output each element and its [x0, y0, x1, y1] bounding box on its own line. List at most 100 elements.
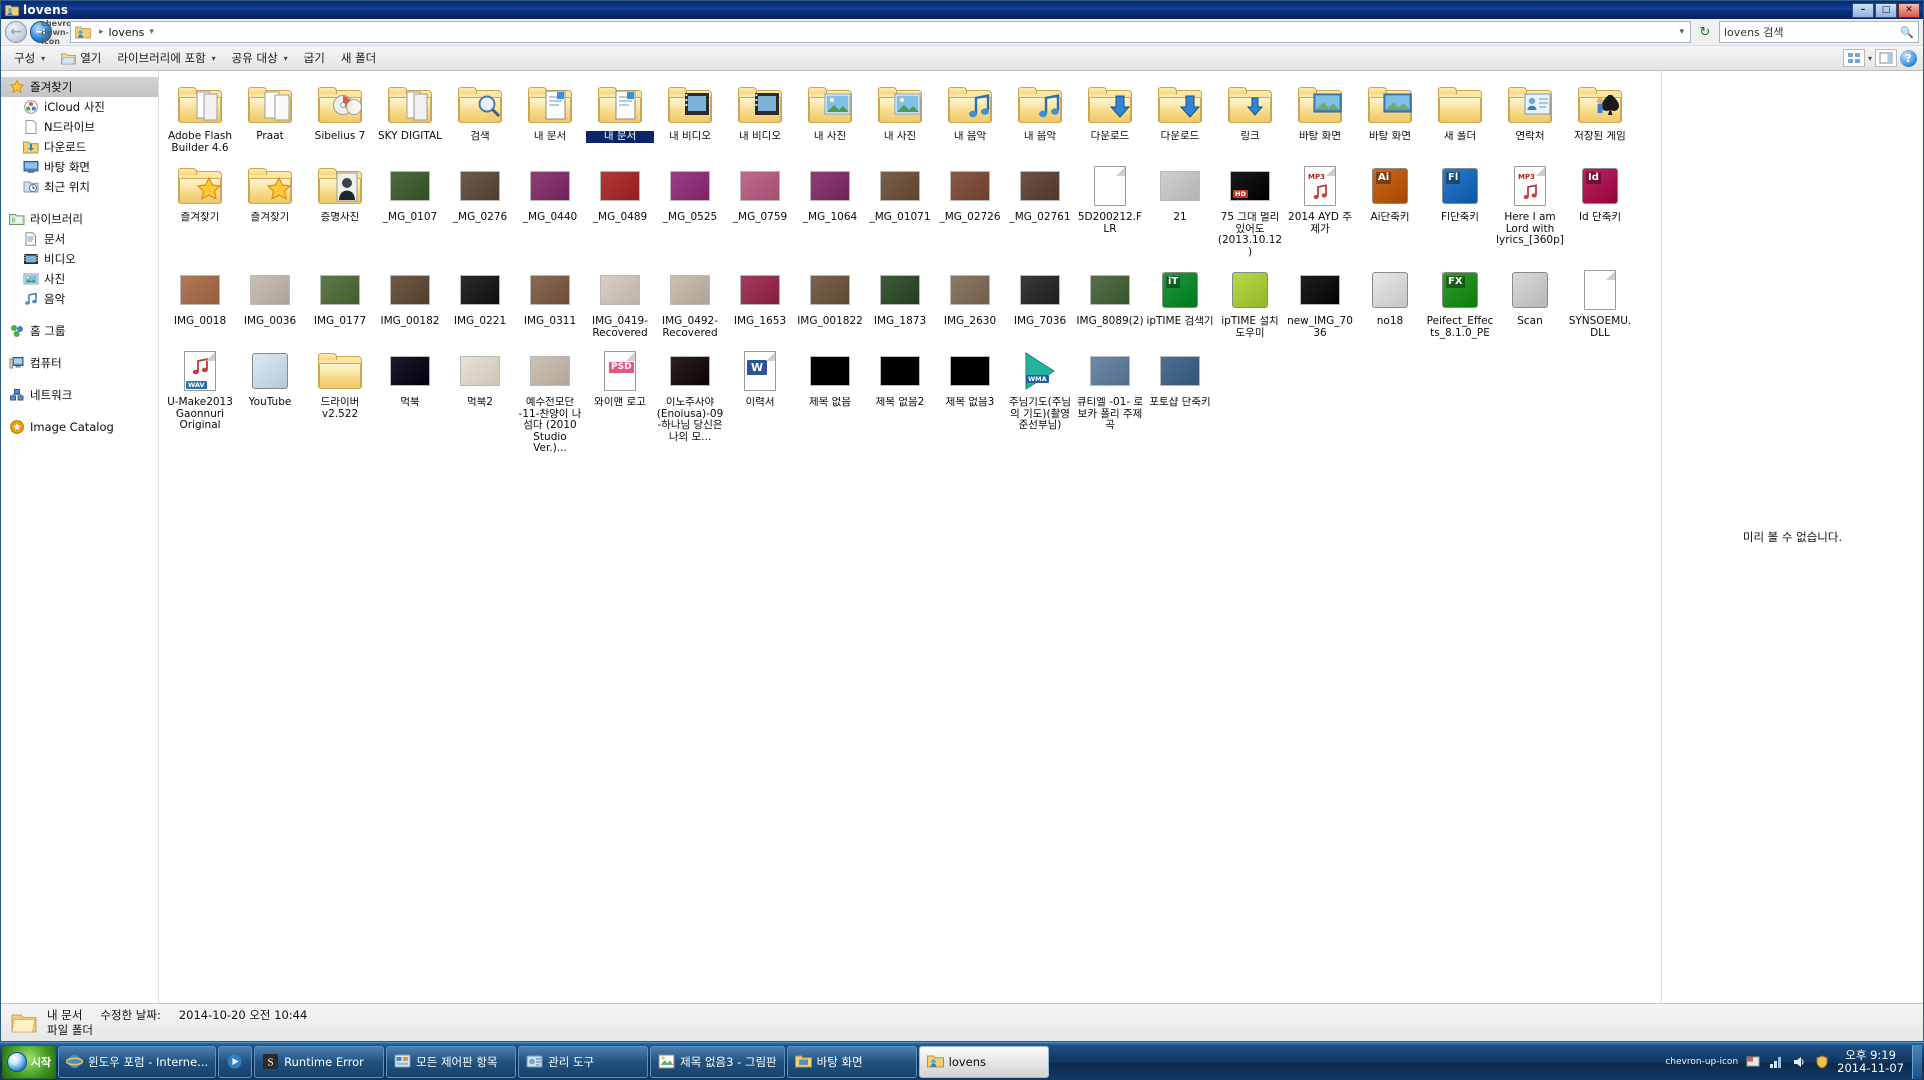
- file-item[interactable]: IMG_0419-Recovered: [585, 264, 655, 343]
- taskbar-item-runtime-error[interactable]: S Runtime Error: [254, 1045, 385, 1078]
- file-item[interactable]: IMG_0492-Recovered: [655, 264, 725, 343]
- shield-icon[interactable]: [1814, 1054, 1830, 1070]
- address-input[interactable]: ▸ lovens ▾ ▾: [70, 21, 1691, 43]
- help-icon[interactable]: ?: [1900, 49, 1917, 67]
- file-item[interactable]: 5D200212.FLR: [1075, 160, 1145, 262]
- file-item[interactable]: 먹북2: [445, 345, 515, 459]
- cmd-open[interactable]: 열기: [54, 47, 108, 69]
- file-item[interactable]: FX Peifect_Effects_8.1.0_PE: [1425, 264, 1495, 343]
- file-item[interactable]: IMG_0177: [305, 264, 375, 343]
- chevron-down-icon[interactable]: chevron-down-icon: [41, 19, 81, 46]
- search-input[interactable]: lovens 검색 🔍: [1719, 21, 1919, 43]
- show-desktop-button[interactable]: [1912, 1044, 1922, 1079]
- file-item[interactable]: 제목 없음2: [865, 345, 935, 459]
- file-item[interactable]: 다운로드: [1145, 79, 1215, 158]
- file-item[interactable]: _MG_0107: [375, 160, 445, 262]
- file-item[interactable]: ipTIME 설치 도우미: [1215, 264, 1285, 343]
- file-item[interactable]: iT ipTIME 검색기: [1145, 264, 1215, 343]
- file-item[interactable]: IMG_1653: [725, 264, 795, 343]
- sidebar-item-컴퓨터[interactable]: 컴퓨터: [1, 353, 158, 373]
- file-item[interactable]: _MG_0759: [725, 160, 795, 262]
- file-item[interactable]: 내 사진: [795, 79, 865, 158]
- cmd-share-with[interactable]: 공유 대상 ▾: [225, 47, 295, 69]
- sidebar-item-라이브러리[interactable]: 라이브러리: [1, 209, 158, 229]
- window-titlebar[interactable]: lovens – □ ✕: [1, 1, 1923, 19]
- file-item[interactable]: 포토샵 단축키: [1145, 345, 1215, 459]
- sidebar-item-다운로드[interactable]: 다운로드: [1, 137, 158, 157]
- breadcrumb-caret[interactable]: ▾: [149, 27, 154, 37]
- file-item[interactable]: Praat: [235, 79, 305, 158]
- file-item[interactable]: SKY DIGITAL: [375, 79, 445, 158]
- file-item[interactable]: _MG_0276: [445, 160, 515, 262]
- flag-icon[interactable]: [1745, 1054, 1761, 1070]
- file-item[interactable]: IMG_0036: [235, 264, 305, 343]
- file-item[interactable]: IMG_00182: [375, 264, 445, 343]
- file-item[interactable]: Adobe Flash Builder 4.6: [165, 79, 235, 158]
- taskbar-item-모든-제어판-항목[interactable]: 모든 제어판 항목: [386, 1045, 517, 1078]
- taskbar-item-윈도우-포럼-interne[interactable]: 윈도우 포럼 - Interne...: [58, 1045, 217, 1078]
- file-item[interactable]: 즐겨찾기: [165, 160, 235, 262]
- file-item[interactable]: Fl Fl단축키: [1425, 160, 1495, 262]
- file-item[interactable]: 연락처: [1495, 79, 1565, 158]
- file-item[interactable]: IMG_0221: [445, 264, 515, 343]
- file-item[interactable]: Sibelius 7: [305, 79, 375, 158]
- refresh-icon[interactable]: ↻: [1694, 21, 1716, 43]
- sidebar-item-사진[interactable]: 사진: [1, 269, 158, 289]
- file-item[interactable]: IMG_2630: [935, 264, 1005, 343]
- sidebar-item-최근-위치[interactable]: 최근 위치: [1, 177, 158, 197]
- file-item[interactable]: IMG_0311: [515, 264, 585, 343]
- file-item[interactable]: WMA 주님기도(주님의 기도)(촬영준선부님): [1005, 345, 1075, 459]
- sidebar-item-즐겨찾기[interactable]: 즐겨찾기: [1, 77, 158, 97]
- file-item[interactable]: Id Id 단축키: [1565, 160, 1635, 262]
- sidebar-item-icloud-사진[interactable]: iCloud 사진: [1, 97, 158, 117]
- view-layout-icon[interactable]: [1842, 49, 1865, 67]
- file-item[interactable]: _MG_02726: [935, 160, 1005, 262]
- file-item[interactable]: 내 비디오: [655, 79, 725, 158]
- file-item[interactable]: _MG_0489: [585, 160, 655, 262]
- back-arrow-icon[interactable]: ←: [5, 21, 27, 43]
- file-item[interactable]: 내 문서: [515, 79, 585, 158]
- chevron-up-icon[interactable]: chevron-up-icon: [1665, 1057, 1738, 1067]
- file-item[interactable]: 드라이버 v2.522: [305, 345, 375, 459]
- file-item[interactable]: 내 사진: [865, 79, 935, 158]
- sidebar-item-n드라이브[interactable]: N드라이브: [1, 117, 158, 137]
- file-item[interactable]: _MG_02761: [1005, 160, 1075, 262]
- taskbar-item-관리-도구[interactable]: 관리 도구: [518, 1045, 649, 1078]
- file-item[interactable]: 새 폴더: [1425, 79, 1495, 158]
- file-item[interactable]: _MG_0440: [515, 160, 585, 262]
- sidebar-item-음악[interactable]: 음악: [1, 289, 158, 309]
- taskbar-item-media-player-icon[interactable]: [218, 1045, 253, 1078]
- file-item[interactable]: no18: [1355, 264, 1425, 343]
- file-item[interactable]: IMG_8089(2): [1075, 264, 1145, 343]
- cmd-organize[interactable]: 구성 ▾: [7, 47, 52, 69]
- file-item[interactable]: 내 비디오: [725, 79, 795, 158]
- file-item[interactable]: IMG_7036: [1005, 264, 1075, 343]
- file-item[interactable]: 다운로드: [1075, 79, 1145, 158]
- taskbar-item-lovens[interactable]: lovens: [918, 1045, 1049, 1078]
- file-item[interactable]: PSD 와이맨 로고: [585, 345, 655, 459]
- file-item[interactable]: 내 문서: [585, 79, 655, 158]
- preview-pane-icon[interactable]: [1875, 49, 1897, 67]
- clock[interactable]: 오후 9:19 2014-11-07: [1837, 1048, 1904, 1075]
- file-item[interactable]: YouTube: [235, 345, 305, 459]
- file-item[interactable]: new_IMG_7036: [1285, 264, 1355, 343]
- file-item[interactable]: MP3 2014 AYD 주 제가: [1285, 160, 1355, 262]
- file-item[interactable]: _MG_0525: [655, 160, 725, 262]
- volume-icon[interactable]: [1791, 1054, 1807, 1070]
- file-item[interactable]: 먹북: [375, 345, 445, 459]
- file-item[interactable]: 21: [1145, 160, 1215, 262]
- cmd-burn[interactable]: 굽기: [297, 47, 332, 69]
- chevron-down-icon[interactable]: ▾: [1868, 54, 1872, 63]
- file-item[interactable]: 바탕 화면: [1355, 79, 1425, 158]
- file-item[interactable]: 증명사진: [305, 160, 375, 262]
- file-item[interactable]: 예수전모단 -11-찬양이 나섬다 (2010 Studio Ver.)...: [515, 345, 585, 459]
- file-item[interactable]: Scan: [1495, 264, 1565, 343]
- file-item[interactable]: 내 음악: [935, 79, 1005, 158]
- file-item[interactable]: 링크: [1215, 79, 1285, 158]
- file-item[interactable]: MP3 Here I am Lord with lyrics_[360p]: [1495, 160, 1565, 262]
- file-item[interactable]: 즐겨찾기: [235, 160, 305, 262]
- sidebar-item-홈-그룹[interactable]: 홈 그룹: [1, 321, 158, 341]
- file-list-pane[interactable]: Adobe Flash Builder 4.6 Praat Sibelius 7…: [159, 71, 1661, 1003]
- network-icon[interactable]: [1768, 1054, 1784, 1070]
- file-item[interactable]: 제목 없음3: [935, 345, 1005, 459]
